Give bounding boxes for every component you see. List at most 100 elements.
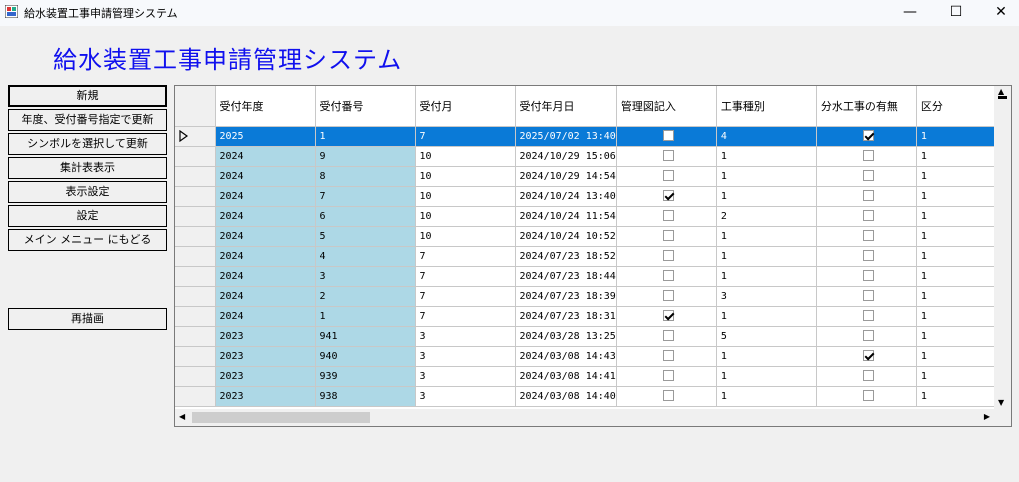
column-header[interactable]: 受付年度 xyxy=(215,86,316,127)
cell-year[interactable]: 2023 xyxy=(215,346,316,367)
cell-kind[interactable]: 1 xyxy=(716,186,817,207)
cell-date[interactable]: 2024/07/23 18:44 xyxy=(515,266,617,287)
checkbox[interactable] xyxy=(862,310,874,322)
table-row[interactable]: 2024 4 7 2024/07/23 18:52 1 1 xyxy=(175,246,997,267)
cell-month[interactable]: 10 xyxy=(415,186,516,207)
row-header[interactable] xyxy=(175,286,216,307)
cell-month[interactable]: 10 xyxy=(415,206,516,227)
row-header[interactable] xyxy=(175,366,216,387)
cell-month[interactable]: 7 xyxy=(415,266,516,287)
row-header[interactable] xyxy=(175,146,216,167)
checkbox[interactable] xyxy=(662,170,674,182)
checkbox[interactable] xyxy=(862,170,874,182)
row-header[interactable] xyxy=(175,306,216,327)
table-row[interactable]: 2024 2 7 2024/07/23 18:39 3 1 xyxy=(175,286,997,307)
row-header[interactable] xyxy=(175,246,216,267)
column-header[interactable]: 管理図記入 xyxy=(616,86,717,127)
cell-year[interactable]: 2024 xyxy=(215,186,316,207)
settings-button[interactable]: 設定 xyxy=(8,205,167,227)
table-row[interactable]: 2023 941 3 2024/03/28 13:25 5 1 xyxy=(175,326,997,347)
table-row[interactable]: 2024 9 10 2024/10/29 15:06 1 1 xyxy=(175,146,997,167)
cell-kind[interactable]: 5 xyxy=(716,326,817,347)
cell-kubun[interactable]: 1 xyxy=(916,386,997,407)
column-header[interactable]: 受付月 xyxy=(415,86,516,127)
checkbox[interactable] xyxy=(862,390,874,402)
checkbox[interactable] xyxy=(662,150,674,162)
checkbox[interactable] xyxy=(662,370,674,382)
cell-year[interactable]: 2024 xyxy=(215,166,316,187)
checkbox[interactable] xyxy=(662,270,674,282)
column-header[interactable]: 受付番号 xyxy=(315,86,416,127)
cell-month[interactable]: 3 xyxy=(415,346,516,367)
redraw-button[interactable]: 再描画 xyxy=(8,308,167,330)
new-button[interactable]: 新規 xyxy=(8,85,167,107)
cell-no[interactable]: 941 xyxy=(315,326,416,347)
main-menu-button[interactable]: メイン メニュー にもどる xyxy=(8,229,167,251)
cell-month[interactable]: 3 xyxy=(415,326,516,347)
cell-kubun[interactable]: 1 xyxy=(916,166,997,187)
cell-kubun[interactable]: 1 xyxy=(916,366,997,387)
row-header[interactable] xyxy=(175,226,216,247)
checkbox[interactable] xyxy=(662,310,674,322)
checkbox[interactable] xyxy=(862,330,874,342)
cell-kubun[interactable]: 1 xyxy=(916,206,997,227)
row-header[interactable] xyxy=(175,126,216,147)
cell-kubun[interactable]: 1 xyxy=(916,306,997,327)
column-header[interactable]: 受付年月日 xyxy=(515,86,617,127)
table-row[interactable]: 2024 1 7 2024/07/23 18:31 1 1 xyxy=(175,306,997,327)
row-header[interactable] xyxy=(175,346,216,367)
cell-date[interactable]: 2024/10/24 11:54 xyxy=(515,206,617,227)
row-header[interactable] xyxy=(175,326,216,347)
checkbox[interactable] xyxy=(862,130,874,142)
horizontal-scroll-thumb[interactable] xyxy=(192,412,370,423)
checkbox[interactable] xyxy=(662,330,674,342)
cell-month[interactable]: 10 xyxy=(415,146,516,167)
scroll-left-icon[interactable]: ◀ xyxy=(179,413,185,421)
cell-no[interactable]: 4 xyxy=(315,246,416,267)
cell-year[interactable]: 2024 xyxy=(215,146,316,167)
cell-year[interactable]: 2024 xyxy=(215,286,316,307)
cell-kind[interactable]: 1 xyxy=(716,306,817,327)
column-header[interactable]: 区分 xyxy=(916,86,997,127)
horizontal-scrollbar[interactable]: ◀ ▶ xyxy=(175,409,994,426)
cell-month[interactable]: 10 xyxy=(415,226,516,247)
checkbox[interactable] xyxy=(662,290,674,302)
table-row[interactable]: 2024 6 10 2024/10/24 11:54 2 1 xyxy=(175,206,997,227)
close-button[interactable]: ✕ xyxy=(978,0,1019,26)
cell-date[interactable]: 2024/07/23 18:39 xyxy=(515,286,617,307)
checkbox[interactable] xyxy=(662,250,674,262)
cell-month[interactable]: 7 xyxy=(415,126,516,147)
scroll-up-icon[interactable]: ▲ xyxy=(998,88,1004,96)
checkbox[interactable] xyxy=(662,390,674,402)
cell-kind[interactable]: 1 xyxy=(716,226,817,247)
checkbox[interactable] xyxy=(662,190,674,202)
cell-no[interactable]: 8 xyxy=(315,166,416,187)
table-row[interactable]: 2024 8 10 2024/10/29 14:54 1 1 xyxy=(175,166,997,187)
column-header[interactable]: 工事種別 xyxy=(716,86,817,127)
cell-kind[interactable]: 1 xyxy=(716,246,817,267)
table-row[interactable]: 2024 7 10 2024/10/24 13:40 1 1 xyxy=(175,186,997,207)
cell-month[interactable]: 7 xyxy=(415,306,516,327)
cell-kubun[interactable]: 1 xyxy=(916,286,997,307)
column-header[interactable]: 分水工事の有無 xyxy=(816,86,917,127)
cell-no[interactable]: 1 xyxy=(315,126,416,147)
checkbox[interactable] xyxy=(862,370,874,382)
table-row[interactable]: 2023 940 3 2024/03/08 14:43 1 1 xyxy=(175,346,997,367)
row-header[interactable] xyxy=(175,266,216,287)
update-by-symbol-button[interactable]: シンボルを選択して更新 xyxy=(8,133,167,155)
table-row[interactable]: 2024 3 7 2024/07/23 18:44 1 1 xyxy=(175,266,997,287)
cell-kubun[interactable]: 1 xyxy=(916,226,997,247)
cell-kind[interactable]: 1 xyxy=(716,346,817,367)
maximize-button[interactable]: ☐ xyxy=(933,0,979,26)
vertical-scroll-thumb[interactable] xyxy=(998,96,1007,99)
cell-no[interactable]: 939 xyxy=(315,366,416,387)
cell-kind[interactable]: 1 xyxy=(716,166,817,187)
cell-kind[interactable]: 1 xyxy=(716,146,817,167)
checkbox[interactable] xyxy=(862,150,874,162)
minimize-button[interactable]: — xyxy=(887,0,933,26)
update-by-year-number-button[interactable]: 年度、受付番号指定で更新 xyxy=(8,109,167,131)
cell-year[interactable]: 2023 xyxy=(215,386,316,407)
checkbox[interactable] xyxy=(862,210,874,222)
cell-kind[interactable]: 4 xyxy=(716,126,817,147)
cell-kubun[interactable]: 1 xyxy=(916,126,997,147)
